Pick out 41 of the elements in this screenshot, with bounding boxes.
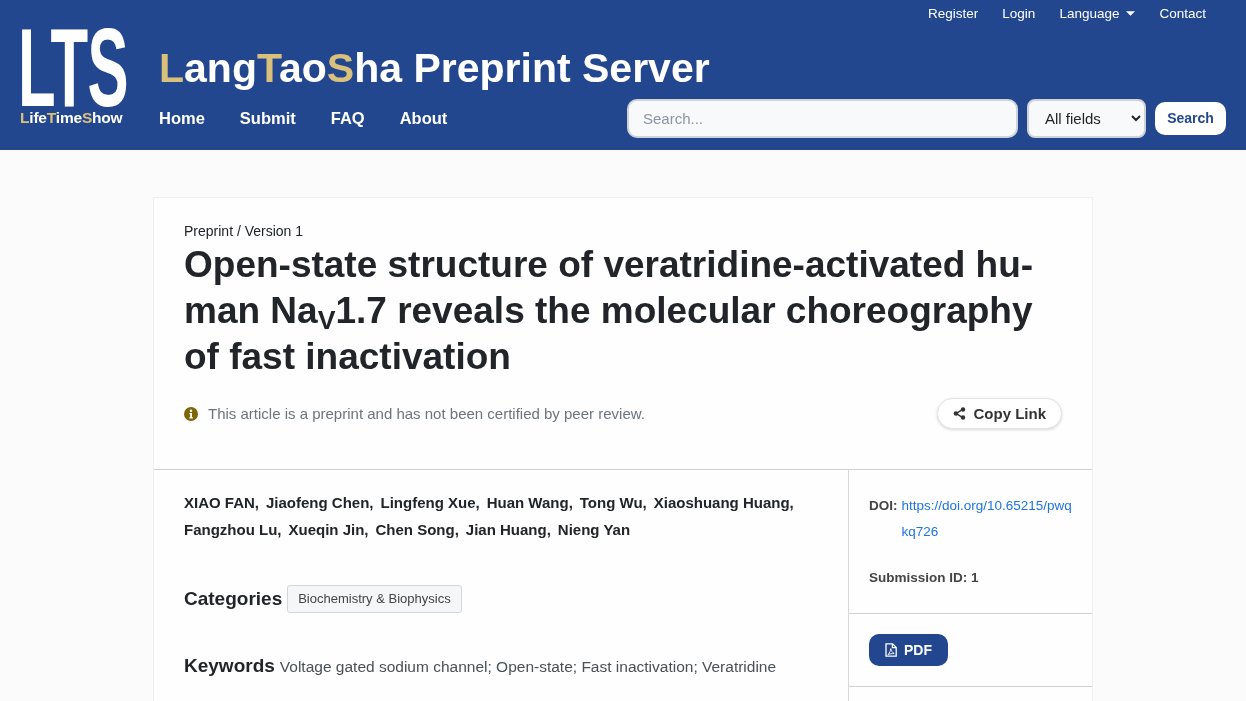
author-name[interactable]: Fangzhou Lu, [184, 516, 282, 543]
author-name[interactable]: Jian Huang, [465, 516, 551, 543]
nav-link[interactable]: Home [159, 106, 205, 130]
author-name[interactable]: Chen Song, [375, 516, 459, 543]
search-button[interactable]: Search [1155, 101, 1226, 135]
author-name[interactable]: Jiaofeng Chen, [266, 489, 374, 516]
section-heading: Keywords [184, 654, 275, 678]
nav-link[interactable]: Submit [239, 106, 296, 130]
field-select[interactable]: All fields [1027, 98, 1146, 138]
caret-icon [1126, 11, 1136, 16]
site-title: LangTaoSha Preprint Server [159, 44, 710, 92]
author-name[interactable]: Nieng Yan [557, 516, 631, 543]
author-name[interactable]: Lingfeng Xue, [380, 489, 480, 516]
logo-tagline: LifeTimeShow [20, 109, 123, 127]
file-icon [885, 643, 897, 657]
nav-link[interactable]: About [399, 106, 448, 130]
top-nav-link[interactable]: Login [1002, 6, 1036, 21]
logo-mark[interactable]: LTS [18, 27, 131, 109]
pdf-button[interactable]: PDF [869, 634, 948, 666]
submission-id: Submission ID: 1 [869, 569, 980, 587]
top-nav-link[interactable]: Contact [1159, 6, 1206, 21]
section-heading: Categories [184, 587, 283, 611]
nav-link[interactable]: FAQ [330, 106, 365, 130]
search-field[interactable]: Search... [627, 98, 1018, 138]
info-icon [184, 406, 198, 421]
article-title: Open-state structure of veratridine-activated hu-man Na$_{V}$1.7 reveals the molecular choreography of fast inactivation [184, 243, 1035, 379]
keywords-text: Voltage gated sodium channel; Open-state; Fast inactivation; Veratridine [279, 657, 777, 677]
author-name[interactable]: XIAO FAN, [184, 489, 259, 516]
category-tag[interactable]: Biochemistry & Biophysics [287, 585, 462, 613]
doi-label: DOI: [869, 497, 898, 515]
breadcrumb: Preprint / Version 1 [184, 222, 305, 241]
top-nav-link[interactable]: Register [928, 6, 979, 21]
doi-link[interactable]: https://doi.org/10.65215/pwqkq726 [901, 493, 1072, 545]
notice-text: This article is a preprint and has not been certified by peer review. [208, 405, 645, 422]
author-name[interactable]: Xiaoshuang Huang, [653, 489, 794, 516]
copy-link-button[interactable]: Copy Link [937, 398, 1062, 429]
author-name[interactable]: Huan Wang, [486, 489, 573, 516]
author-name[interactable]: Tong Wu, [579, 489, 647, 516]
author-name[interactable]: Xueqin Jin, [288, 516, 369, 543]
share-icon [953, 407, 967, 420]
language-dropdown[interactable]: Language [1059, 6, 1136, 21]
